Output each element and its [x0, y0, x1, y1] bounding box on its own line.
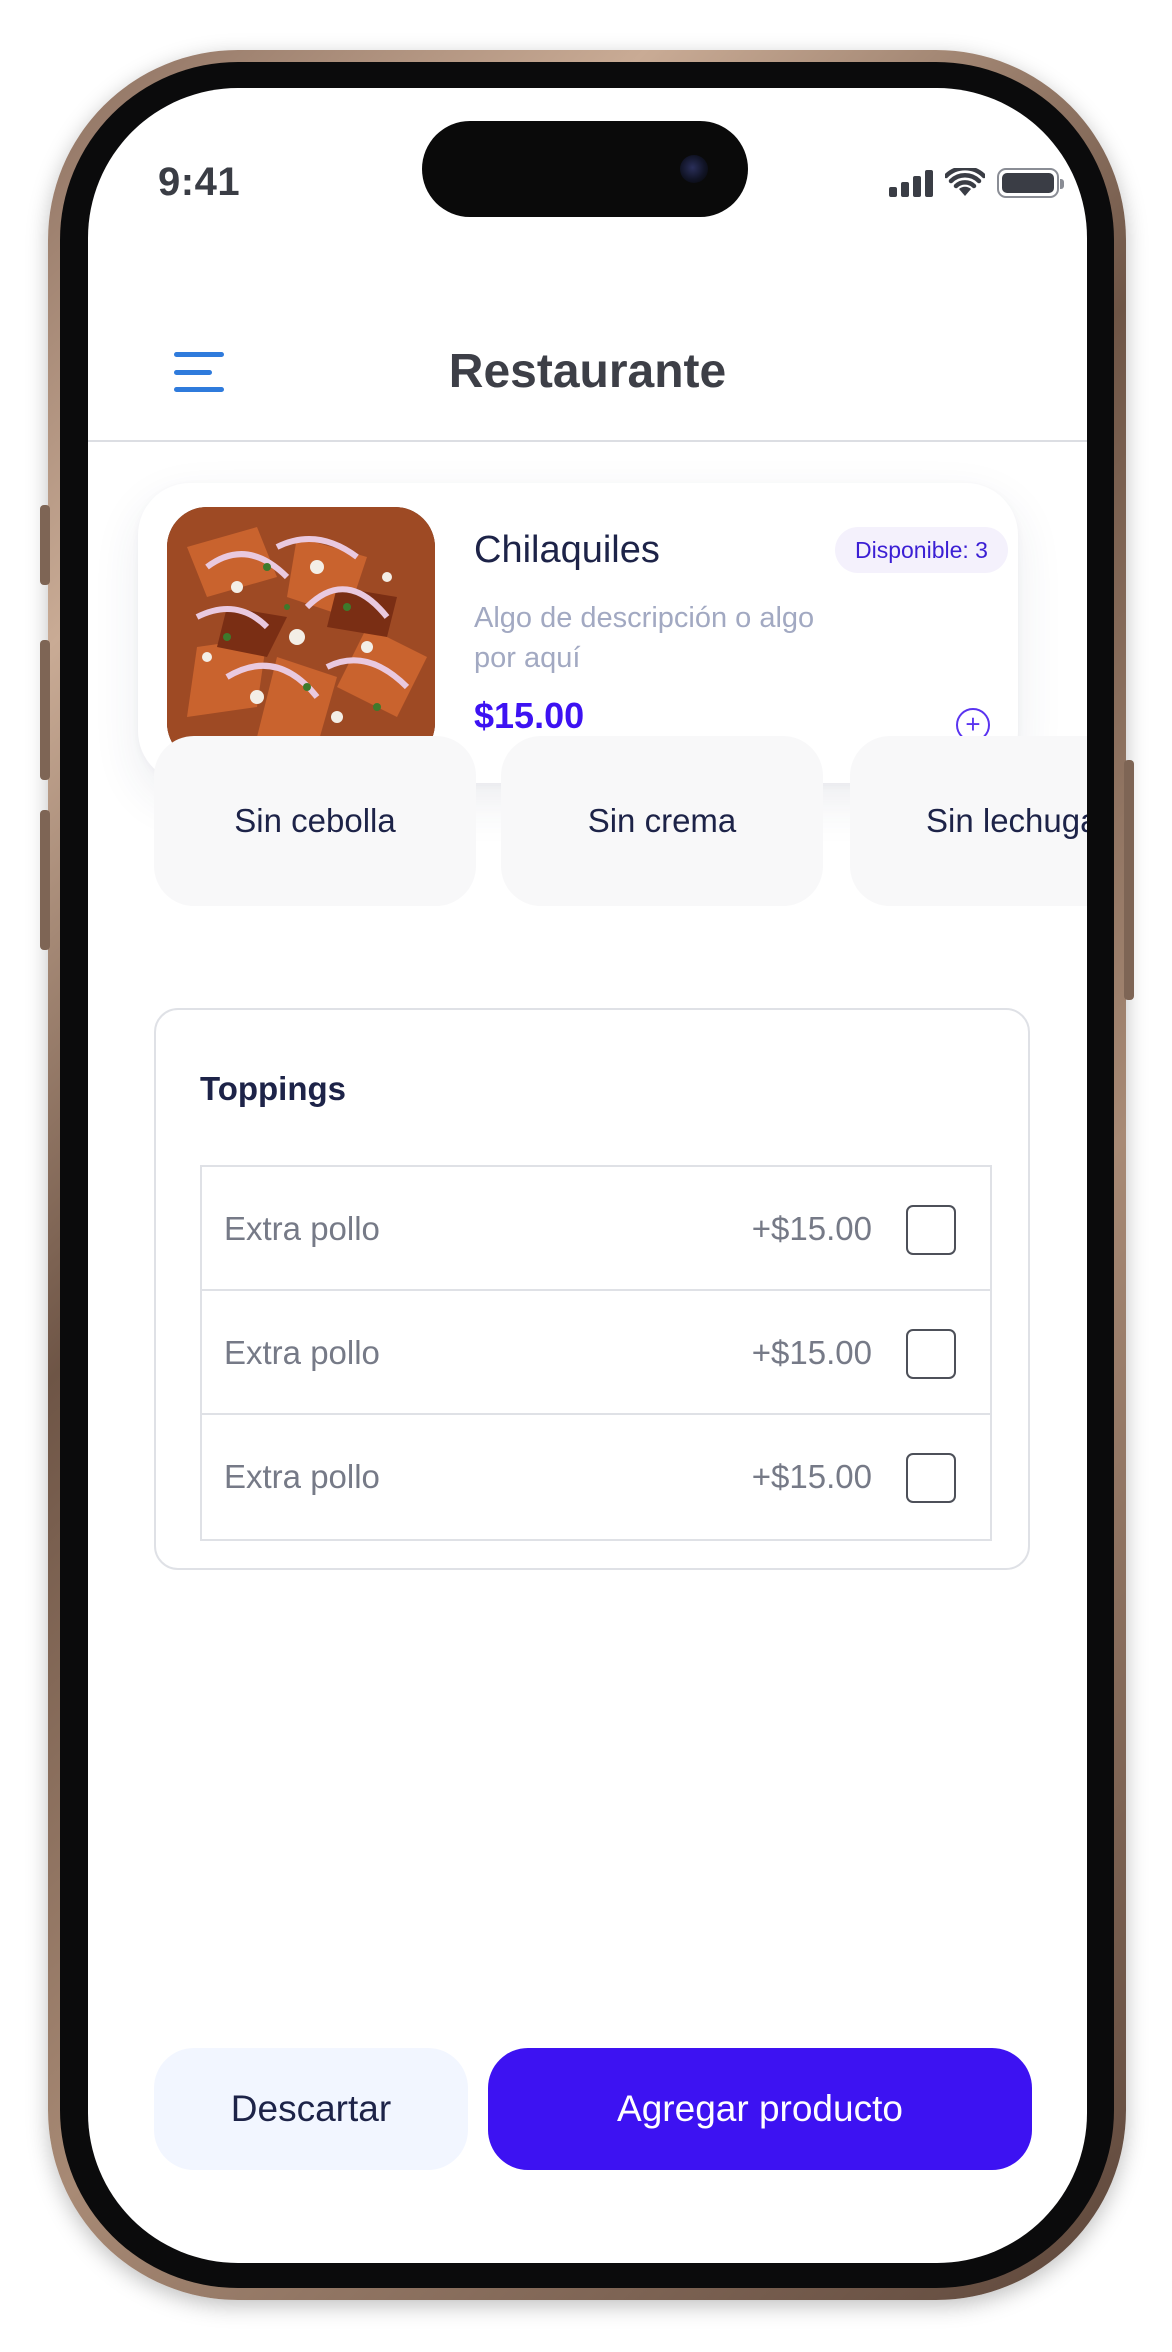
topping-price: +$15.00	[751, 1458, 872, 1495]
product-image	[167, 507, 435, 763]
product-name: Chilaquiles	[474, 529, 660, 571]
add-product-button[interactable]: Agregar producto	[488, 2048, 1032, 2170]
topping-checkbox[interactable]	[906, 1453, 956, 1503]
topping-price: +$15.00	[751, 1334, 872, 1371]
topping-row[interactable]: Extra pollo +$15.00	[202, 1415, 990, 1539]
cellular-signal-icon	[889, 169, 933, 197]
toppings-card: Toppings Extra pollo +$15.00 Extra pollo…	[154, 1008, 1030, 1570]
topping-row[interactable]: Extra pollo +$15.00	[202, 1167, 990, 1291]
discard-button[interactable]: Descartar	[154, 2048, 468, 2170]
wifi-icon	[945, 168, 985, 196]
option-chip-sin-lechuga[interactable]: Sin lechuga	[850, 736, 1087, 906]
topping-price: +$15.00	[751, 1210, 872, 1247]
dynamic-island	[422, 121, 748, 217]
product-price: $15.00	[474, 695, 585, 736]
option-chip-sin-cebolla[interactable]: Sin cebolla	[154, 736, 476, 906]
volume-up-button	[40, 640, 50, 780]
status-time: 9:41	[158, 160, 241, 204]
app-header: Restaurante	[88, 308, 1087, 442]
camera-icon	[680, 155, 708, 183]
topping-name: Extra pollo	[224, 1210, 380, 1247]
toppings-title: Toppings	[200, 1070, 347, 1107]
toppings-list: Extra pollo +$15.00 Extra pollo +$15.00 …	[200, 1165, 992, 1541]
topping-name: Extra pollo	[224, 1334, 380, 1371]
screen: 9:41 Restaurante Chilaquiles Disponible:…	[88, 88, 1087, 2263]
topping-row[interactable]: Extra pollo +$15.00	[202, 1291, 990, 1415]
topping-name: Extra pollo	[224, 1458, 380, 1495]
silent-switch	[40, 505, 50, 585]
battery-icon	[997, 168, 1064, 198]
option-chip-sin-crema[interactable]: Sin crema	[501, 736, 823, 906]
page-title: Restaurante	[448, 345, 727, 398]
power-button	[1124, 760, 1134, 1000]
product-description: Algo de descripción o algo por aquí	[474, 602, 815, 674]
volume-down-button	[40, 810, 50, 950]
topping-checkbox[interactable]	[906, 1329, 956, 1379]
availability-badge: Disponible: 3	[835, 527, 1008, 573]
topping-checkbox[interactable]	[906, 1205, 956, 1255]
status-icons	[889, 168, 1064, 198]
